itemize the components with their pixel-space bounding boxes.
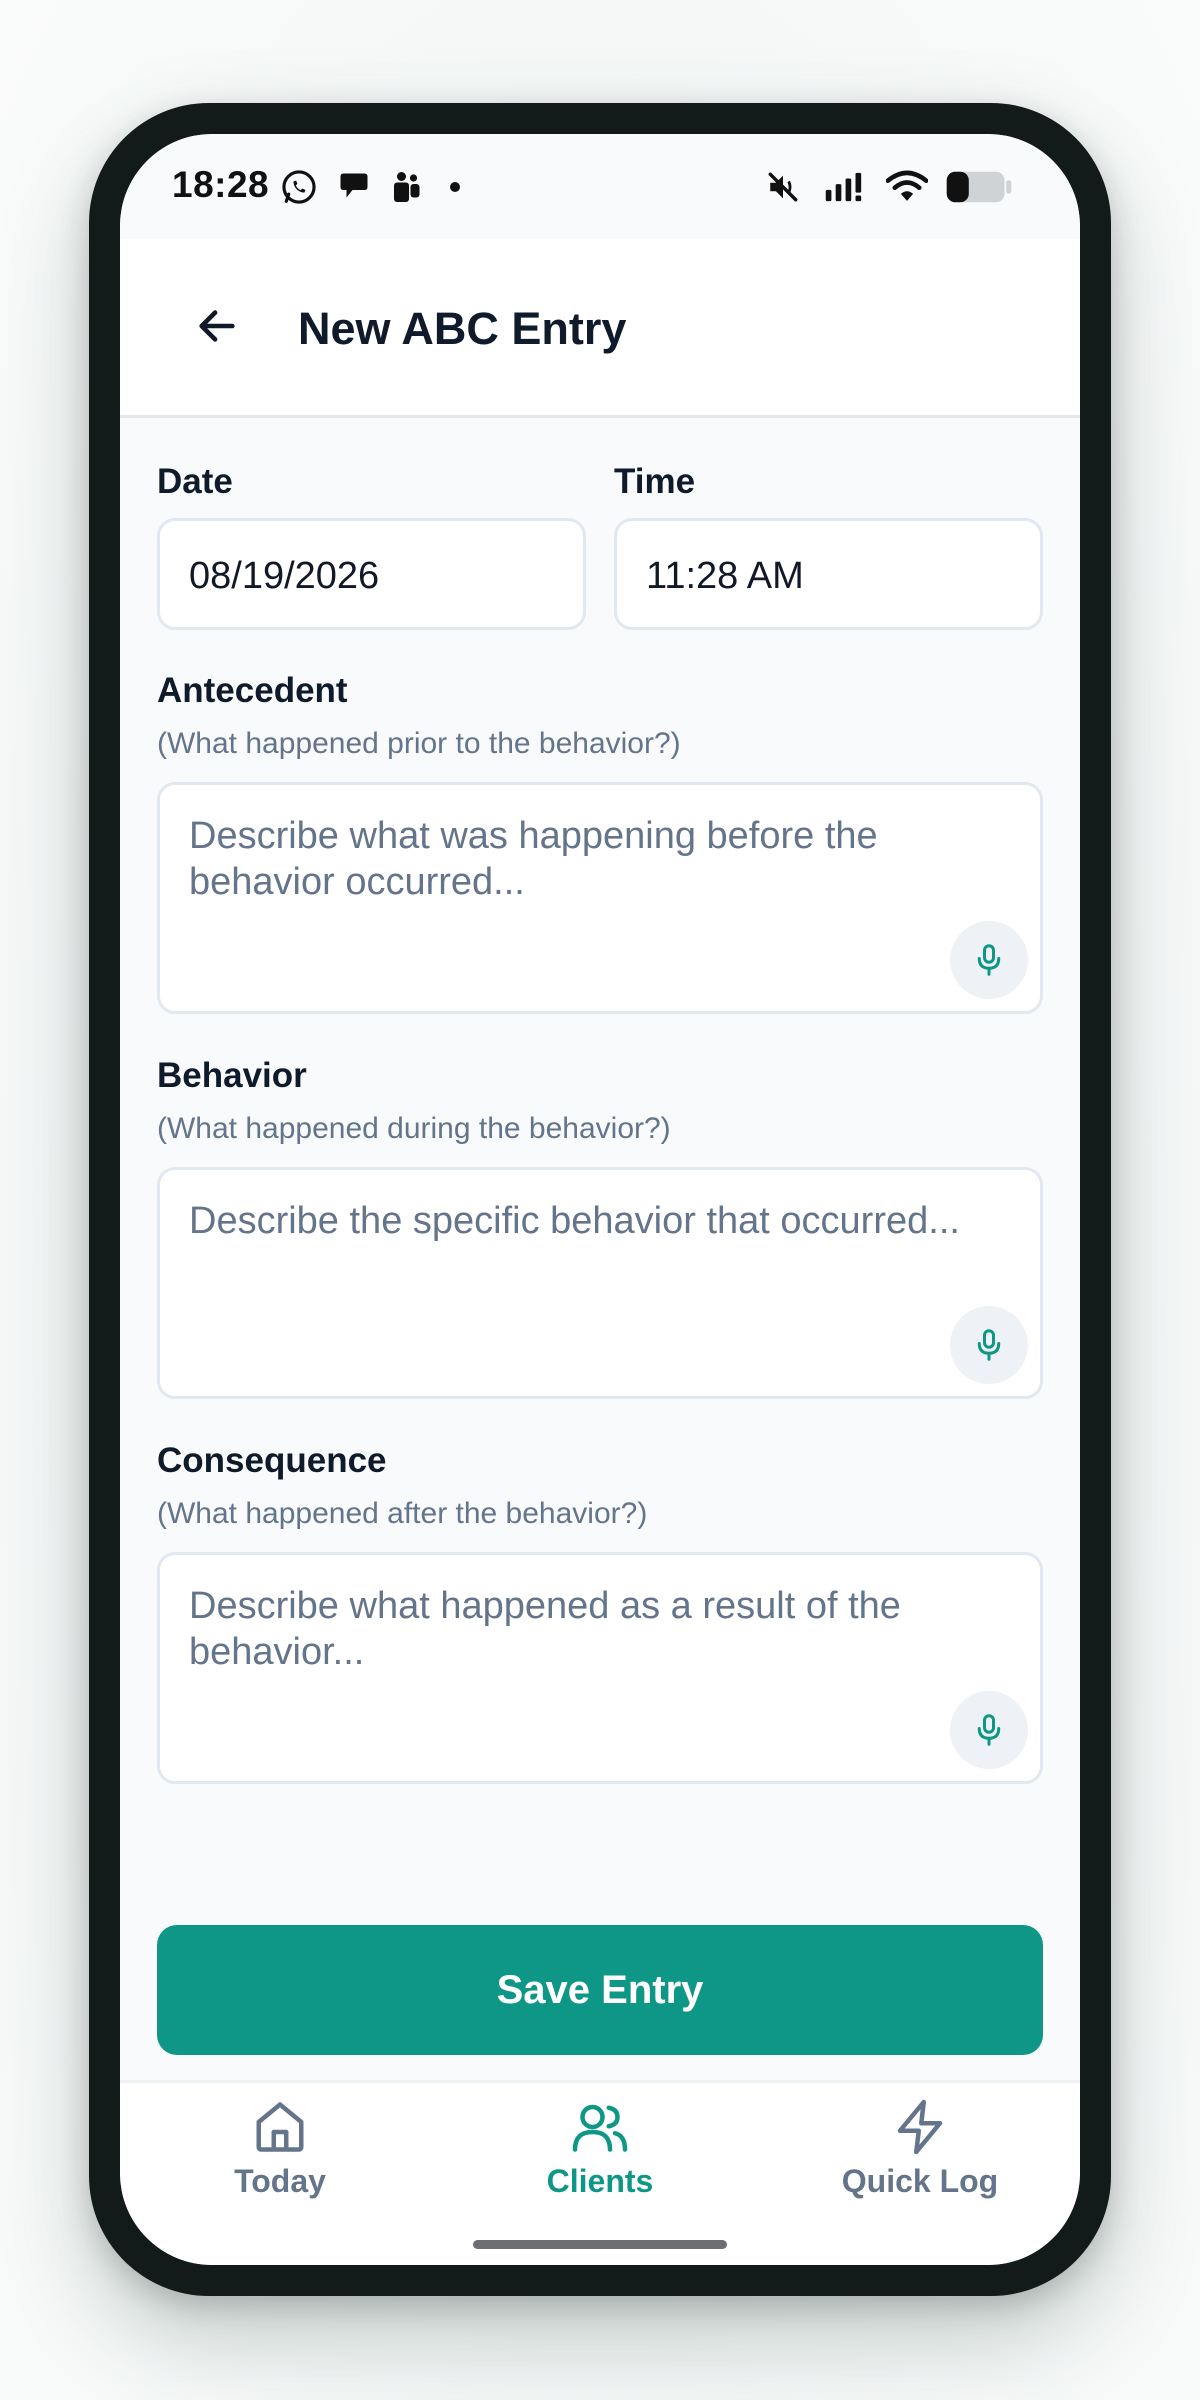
microphone-icon bbox=[977, 1714, 1001, 1746]
nav-item-clients[interactable]: Clients bbox=[480, 2097, 720, 2217]
behavior-mic-button[interactable] bbox=[950, 1306, 1028, 1384]
battery-icon bbox=[946, 171, 1012, 203]
consequence-placeholder: Describe what happened as a result of th… bbox=[189, 1585, 901, 1673]
date-value: 08/19/2026 bbox=[189, 555, 380, 597]
whatsapp-icon bbox=[282, 170, 316, 204]
arrow-left-icon bbox=[199, 310, 235, 342]
antecedent-placeholder: Describe what was happening before the b… bbox=[189, 815, 878, 903]
status-bar: 18:28 bbox=[120, 134, 1080, 239]
users-icon bbox=[572, 2104, 628, 2152]
back-button[interactable] bbox=[174, 283, 260, 369]
nav-label-today: Today bbox=[234, 2163, 326, 2199]
nav-item-today[interactable]: Today bbox=[160, 2097, 400, 2217]
teams-icon bbox=[394, 172, 420, 202]
microphone-icon bbox=[977, 944, 1001, 976]
signal-icon bbox=[825, 172, 862, 202]
behavior-input[interactable]: Describe the specific behavior that occu… bbox=[157, 1167, 1043, 1399]
status-time: 18:28 bbox=[172, 164, 270, 205]
date-label: Date bbox=[157, 462, 233, 501]
page-title: New ABC Entry bbox=[298, 303, 627, 354]
antecedent-hint: (What happened prior to the behavior?) bbox=[157, 727, 681, 760]
date-field[interactable]: 08/19/2026 bbox=[157, 518, 586, 630]
nav-label-quick-log: Quick Log bbox=[841, 2163, 999, 2199]
home-indicator bbox=[473, 2240, 727, 2249]
microphone-icon bbox=[977, 1329, 1001, 1361]
time-value: 11:28 AM bbox=[646, 555, 804, 597]
lightning-icon bbox=[897, 2099, 943, 2155]
nav-label-clients: Clients bbox=[546, 2163, 654, 2199]
behavior-label: Behavior bbox=[157, 1056, 307, 1095]
antecedent-input[interactable]: Describe what was happening before the b… bbox=[157, 782, 1043, 1014]
behavior-hint: (What happened during the behavior?) bbox=[157, 1112, 671, 1145]
app-screen: 18:28 New ABC Entry Date 08/19/2026 Time… bbox=[120, 134, 1080, 2265]
wifi-icon bbox=[886, 170, 928, 201]
chat-bubble-icon bbox=[340, 173, 368, 198]
behavior-placeholder: Describe the specific behavior that occu… bbox=[189, 1200, 960, 1242]
phone-frame: 18:28 New ABC Entry Date 08/19/2026 Time… bbox=[89, 103, 1111, 2296]
antecedent-label: Antecedent bbox=[157, 671, 348, 710]
consequence-input[interactable]: Describe what happened as a result of th… bbox=[157, 1552, 1043, 1784]
consequence-mic-button[interactable] bbox=[950, 1691, 1028, 1769]
consequence-label: Consequence bbox=[157, 1441, 387, 1480]
time-field[interactable]: 11:28 AM bbox=[614, 518, 1043, 630]
home-icon bbox=[256, 2102, 304, 2152]
consequence-hint: (What happened after the behavior?) bbox=[157, 1497, 648, 1530]
save-entry-button[interactable]: Save Entry bbox=[157, 1925, 1043, 2055]
antecedent-mic-button[interactable] bbox=[950, 921, 1028, 999]
nav-item-quick-log[interactable]: Quick Log bbox=[800, 2097, 1040, 2217]
bottom-nav: Today Clients Quick Log bbox=[120, 2080, 1080, 2265]
app-header: New ABC Entry bbox=[120, 239, 1080, 418]
notification-dot bbox=[450, 182, 460, 192]
mute-icon bbox=[768, 172, 798, 202]
time-label: Time bbox=[614, 462, 696, 501]
